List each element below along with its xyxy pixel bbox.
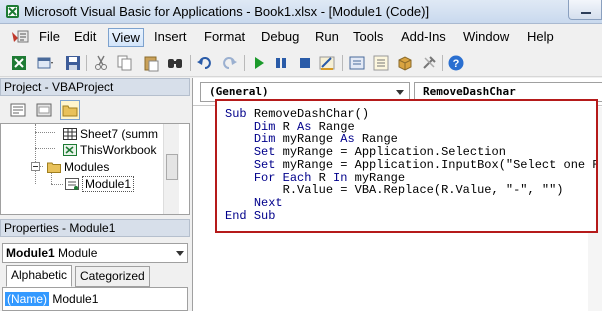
svg-text:?: ? <box>453 58 460 70</box>
toolbar-separator <box>442 55 443 71</box>
excel-icon[interactable] <box>10 54 28 72</box>
object-combo-value: (General) <box>209 85 269 98</box>
code-line[interactable]: Set myRange = Application.Selection <box>225 146 596 159</box>
properties-icon[interactable] <box>372 54 390 72</box>
design-mode-icon[interactable] <box>318 54 336 72</box>
sheet-icon <box>63 128 77 140</box>
title-bar: Microsoft Visual Basic for Applications … <box>0 0 602 24</box>
properties-object-type: Module <box>58 246 98 260</box>
tree-item-module1[interactable]: Module1 <box>65 176 135 192</box>
toolbar-separator <box>244 55 245 71</box>
menu-tools[interactable]: Tools <box>350 28 386 47</box>
reset-icon[interactable] <box>296 54 314 72</box>
undo-icon[interactable] <box>196 54 214 72</box>
minimize-button[interactable] <box>568 0 602 20</box>
project-explorer-toolbar <box>0 97 190 123</box>
scrollbar-thumb[interactable] <box>166 154 178 180</box>
object-browser-icon[interactable] <box>396 54 414 72</box>
property-value[interactable]: Module1 <box>52 292 98 306</box>
project-explorer-icon[interactable] <box>348 54 366 72</box>
tree-item-label: Module1 <box>82 176 135 192</box>
menu-file[interactable]: File <box>36 28 63 47</box>
copy-icon[interactable] <box>116 54 134 72</box>
tree-item-thisworkbook[interactable]: ThisWorkbook <box>63 142 156 158</box>
code-line[interactable]: Set myRange = Application.InputBox("Sele… <box>225 158 596 172</box>
tree-item-label: Sheet7 (summ <box>80 127 159 141</box>
tab-categorized[interactable]: Categorized <box>75 266 150 287</box>
break-icon[interactable] <box>272 54 290 72</box>
redo-icon[interactable] <box>220 54 238 72</box>
tree-item-label: ThisWorkbook <box>80 143 157 157</box>
property-name: (Name) <box>5 292 50 306</box>
save-icon[interactable] <box>64 54 82 72</box>
toolbar-separator <box>86 55 87 71</box>
procedure-combo-value: RemoveDashChar <box>423 85 516 98</box>
cut-icon[interactable] <box>92 54 110 72</box>
paste-icon[interactable] <box>142 54 160 72</box>
code-line[interactable]: Next <box>225 197 596 210</box>
view-code-icon[interactable] <box>8 100 28 120</box>
folder-icon <box>47 161 61 173</box>
menu-window[interactable]: Window <box>460 28 512 47</box>
chevron-down-icon[interactable] <box>396 90 404 95</box>
toolbox-icon[interactable] <box>420 54 438 72</box>
project-tree-scrollbar[interactable] <box>163 124 179 214</box>
find-icon[interactable] <box>166 54 184 72</box>
chevron-down-icon[interactable] <box>176 251 184 256</box>
tree-item-sheet7[interactable]: Sheet7 (summ <box>63 126 158 142</box>
properties-object-name: Module1 <box>6 246 55 260</box>
code-editor[interactable]: Sub RemoveDashChar() Dim R As Range Dim … <box>225 108 596 223</box>
menu-insert[interactable]: Insert <box>151 28 190 47</box>
tree-connector <box>35 148 55 149</box>
run-icon[interactable] <box>250 54 268 72</box>
insert-userform-icon[interactable] <box>36 54 54 72</box>
menu-bar: File Edit View Insert Format Debug Run T… <box>0 24 602 50</box>
properties-list: (Name) Module1 <box>2 287 188 311</box>
menu-add-ins[interactable]: Add-Ins <box>398 28 449 47</box>
code-window: (General) RemoveDashChar Sub RemoveDashC… <box>192 78 602 311</box>
project-tree: Sheet7 (summ ThisWorkbook Modules Module… <box>0 123 190 215</box>
code-line[interactable]: End Sub <box>225 209 596 223</box>
toolbar-separator <box>190 55 191 71</box>
menu-debug[interactable]: Debug <box>258 28 302 47</box>
module-icon <box>65 178 79 190</box>
tree-item-label: Modules <box>64 160 110 174</box>
code-line[interactable]: Sub RemoveDashChar() <box>225 108 596 121</box>
project-explorer-header: Project - VBAProject <box>0 78 190 96</box>
collapse-modules-toggle[interactable] <box>31 162 40 171</box>
window-title: Microsoft Visual Basic for Applications … <box>24 4 430 19</box>
tab-alphabetic[interactable]: Alphabetic <box>6 265 73 287</box>
toolbar-separator <box>342 55 343 71</box>
tree-connector <box>51 184 63 185</box>
tree-connector <box>35 124 36 184</box>
help-icon[interactable]: ? <box>447 54 465 72</box>
tree-connector <box>35 132 55 133</box>
properties-object-select[interactable]: Module1 Module <box>2 243 188 263</box>
property-row[interactable]: (Name) Module1 <box>5 292 98 306</box>
menu-format[interactable]: Format <box>201 28 248 47</box>
menu-view[interactable]: View <box>108 28 144 47</box>
menu-run[interactable]: Run <box>312 28 342 47</box>
menu-help[interactable]: Help <box>524 28 557 47</box>
vba-app-icon <box>5 4 20 19</box>
standard-toolbar: ? <box>0 50 602 77</box>
toggle-folders-icon[interactable] <box>60 100 80 120</box>
highlighted-code-block[interactable]: Sub RemoveDashChar() Dim R As Range Dim … <box>215 99 598 233</box>
workbook-icon <box>63 144 77 156</box>
properties-header: Properties - Module1 <box>0 219 190 237</box>
menu-edit[interactable]: Edit <box>71 28 99 47</box>
vb-menu-icon[interactable] <box>10 28 30 46</box>
view-object-icon[interactable] <box>34 100 54 120</box>
tree-item-modules[interactable]: Modules <box>47 159 109 175</box>
